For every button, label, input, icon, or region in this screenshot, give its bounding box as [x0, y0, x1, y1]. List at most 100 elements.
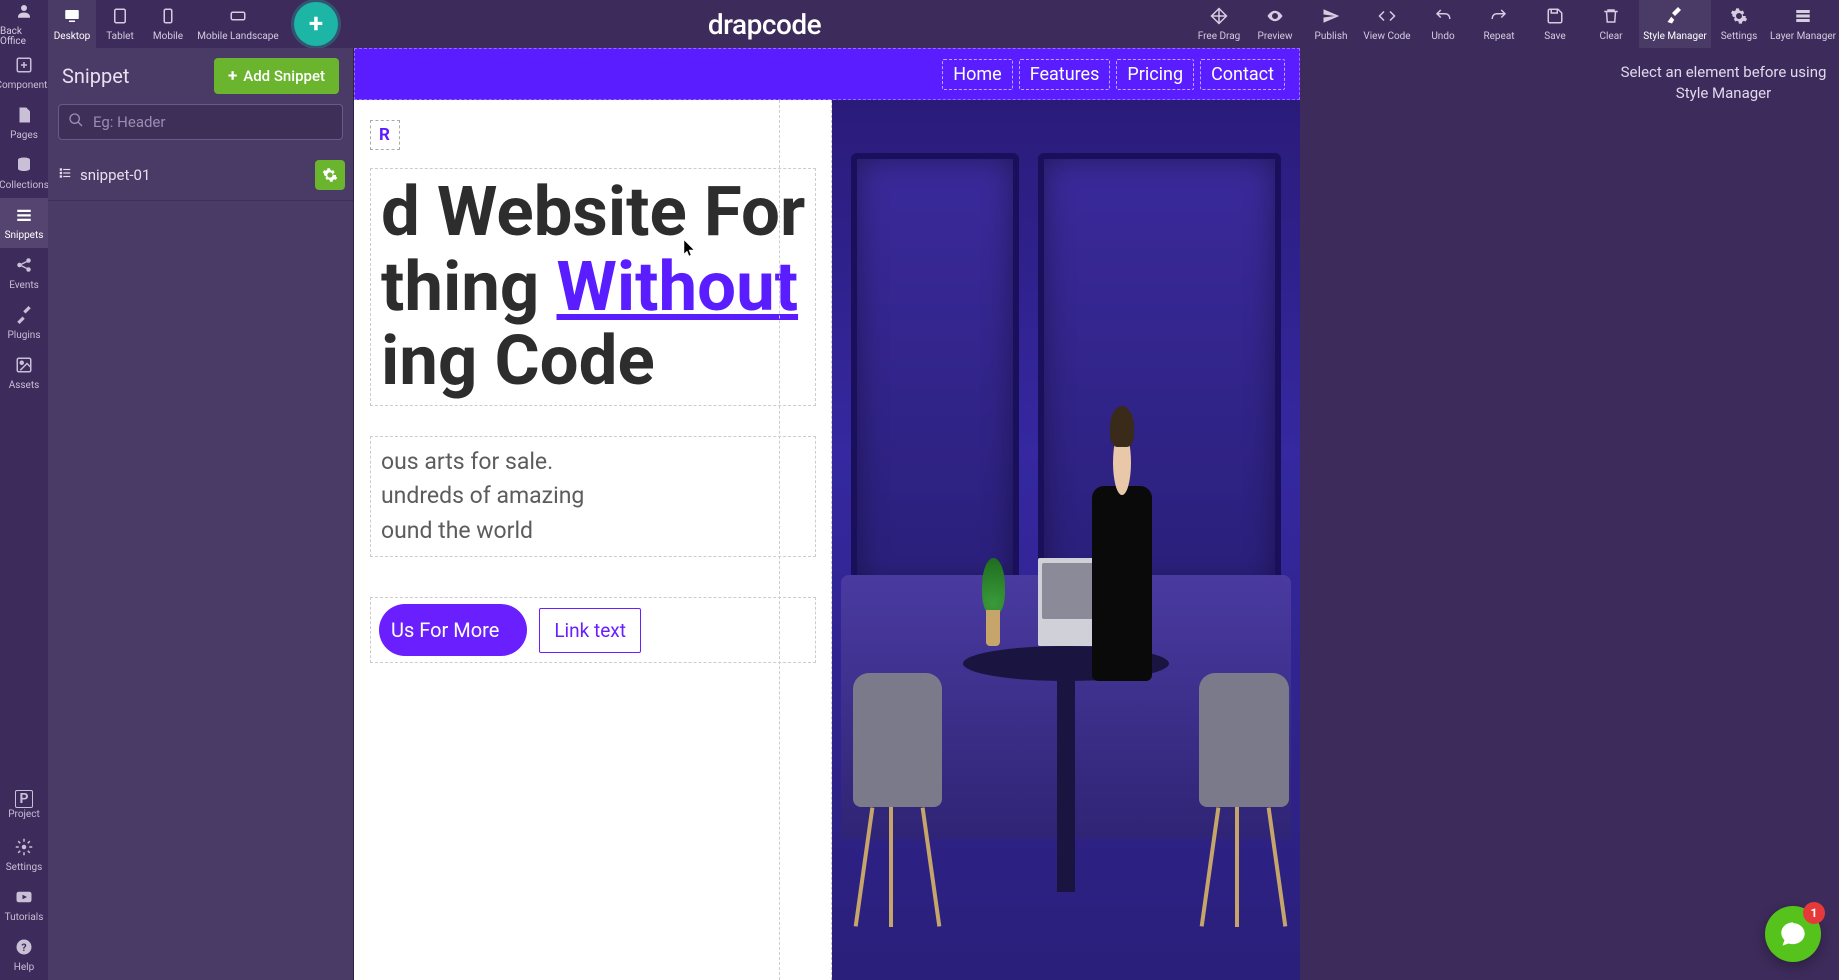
snippet-settings-button[interactable]	[315, 160, 345, 190]
canvas-left-column[interactable]: R d Website For thing Without ing Code o…	[354, 100, 832, 980]
save-button[interactable]: Save	[1527, 0, 1583, 48]
file-icon	[15, 106, 33, 129]
hero-tag[interactable]: R	[370, 120, 400, 150]
rail-label: Pages	[10, 131, 38, 141]
rail-snippets[interactable]: Snippets	[0, 198, 48, 248]
snippet-row[interactable]: snippet-01	[48, 150, 353, 201]
plus-icon: +	[309, 9, 323, 39]
nav-pricing[interactable]: Pricing	[1116, 59, 1194, 90]
rail-project[interactable]: P Project	[0, 780, 48, 830]
rail-label: Help	[14, 963, 34, 973]
tools-icon	[15, 306, 33, 329]
rail-events[interactable]: Events	[0, 248, 48, 298]
cta-primary-button[interactable]: Us For More	[379, 604, 527, 656]
cta-primary-label: Us For More	[391, 618, 499, 642]
undo-button[interactable]: Undo	[1415, 0, 1471, 48]
youtube-icon	[15, 888, 33, 911]
device-group: Back Office Desktop Tablet Mobile	[0, 0, 284, 48]
canvas-nav[interactable]: Home Features Pricing Contact	[354, 48, 1300, 100]
settings-button[interactable]: Settings	[1711, 0, 1767, 48]
chat-badge: 1	[1803, 902, 1825, 924]
hero-headline[interactable]: d Website For thing Without ing Code	[370, 168, 816, 406]
left-rail: Components Pages Collections Snippets Ev…	[0, 48, 48, 980]
chat-button[interactable]: 1	[1765, 906, 1821, 962]
style-manager-button[interactable]: Style Manager	[1639, 0, 1711, 48]
view-code-button[interactable]: View Code	[1359, 0, 1415, 48]
style-manager-panel: Select an element before using Style Man…	[1608, 48, 1839, 980]
mobile-icon	[159, 7, 177, 30]
mobile-landscape-button[interactable]: Mobile Landscape	[192, 0, 284, 48]
search-icon	[68, 112, 84, 132]
move-icon	[1210, 7, 1228, 30]
layer-manager-button[interactable]: Layer Manager	[1767, 0, 1839, 48]
rail-label: Components	[0, 81, 53, 91]
rail-plugins[interactable]: Plugins	[0, 298, 48, 348]
clear-label: Clear	[1599, 32, 1622, 42]
svg-text:?: ?	[21, 940, 26, 953]
hero-image	[832, 100, 1300, 980]
publish-button[interactable]: Publish	[1303, 0, 1359, 48]
brush-icon	[1666, 7, 1684, 30]
free-drag-label: Free Drag	[1198, 32, 1241, 42]
rail-label: Tutorials	[5, 913, 44, 923]
headline-line-3: ing Code	[381, 324, 805, 399]
snippet-title: Snippet	[62, 64, 129, 88]
free-drag-button[interactable]: Free Drag	[1191, 0, 1247, 48]
rail-label: Snippets	[5, 231, 44, 241]
rail-settings[interactable]: Settings	[0, 830, 48, 880]
topbar: Back Office Desktop Tablet Mobile	[0, 0, 1839, 48]
back-office-label: Back Office	[0, 27, 48, 47]
preview-label: Preview	[1258, 32, 1293, 42]
desktop-label: Desktop	[54, 32, 91, 42]
cta-link-button[interactable]: Link text	[539, 608, 641, 653]
canvas-right-column[interactable]	[832, 100, 1300, 980]
repeat-button[interactable]: Repeat	[1471, 0, 1527, 48]
list-icon	[58, 166, 72, 184]
cta-row[interactable]: Us For More Link text	[370, 597, 816, 663]
redo-icon	[1490, 7, 1508, 30]
rail-label: Settings	[6, 863, 43, 873]
rail-collections[interactable]: Collections	[0, 148, 48, 198]
share-icon	[15, 256, 33, 279]
clear-button[interactable]: Clear	[1583, 0, 1639, 48]
headline-line-2: thing Without	[381, 250, 805, 325]
rail-components[interactable]: Components	[0, 48, 48, 98]
project-icon: P	[15, 790, 33, 808]
canvas-body: R d Website For thing Without ing Code o…	[354, 100, 1300, 980]
add-global-button[interactable]: +	[294, 2, 338, 46]
canvas[interactable]: Home Features Pricing Contact R d Websit…	[354, 48, 1300, 980]
nav-home[interactable]: Home	[942, 59, 1012, 90]
tablet-button[interactable]: Tablet	[96, 0, 144, 48]
nav-contact[interactable]: Contact	[1200, 59, 1285, 90]
hero-tag-text: R	[379, 125, 391, 145]
canvas-wrap: Home Features Pricing Contact R d Websit…	[354, 48, 1608, 980]
subtext-line: undreds of amazing	[381, 479, 805, 514]
add-snippet-label: Add Snippet	[243, 67, 325, 85]
brand-text: drapcode	[708, 8, 821, 41]
chat-badge-count: 1	[1811, 906, 1818, 920]
back-office-button[interactable]: Back Office	[0, 0, 48, 48]
undo-icon	[1434, 7, 1452, 30]
rail-assets[interactable]: Assets	[0, 348, 48, 398]
hero-subtext[interactable]: ous arts for sale. undreds of amazing ou…	[370, 436, 816, 558]
rail-label: Project	[8, 810, 40, 820]
tablet-icon	[111, 7, 129, 30]
mobile-button[interactable]: Mobile	[144, 0, 192, 48]
rail-tutorials[interactable]: Tutorials	[0, 880, 48, 930]
rail-label: Plugins	[8, 331, 41, 341]
snippet-search-input[interactable]	[58, 104, 343, 140]
preview-button[interactable]: Preview	[1247, 0, 1303, 48]
nav-features[interactable]: Features	[1019, 59, 1111, 90]
rail-help[interactable]: ? Help	[0, 930, 48, 980]
rail-pages[interactable]: Pages	[0, 98, 48, 148]
view-code-label: View Code	[1363, 32, 1410, 42]
gear-icon	[1730, 7, 1748, 30]
bars-icon	[15, 206, 33, 229]
desktop-button[interactable]: Desktop	[48, 0, 96, 48]
publish-label: Publish	[1315, 32, 1348, 42]
send-icon	[1322, 7, 1340, 30]
add-snippet-button[interactable]: + Add Snippet	[214, 58, 339, 94]
plus-icon: +	[228, 66, 237, 86]
settings-label: Settings	[1721, 32, 1758, 42]
desktop-icon	[63, 7, 81, 30]
